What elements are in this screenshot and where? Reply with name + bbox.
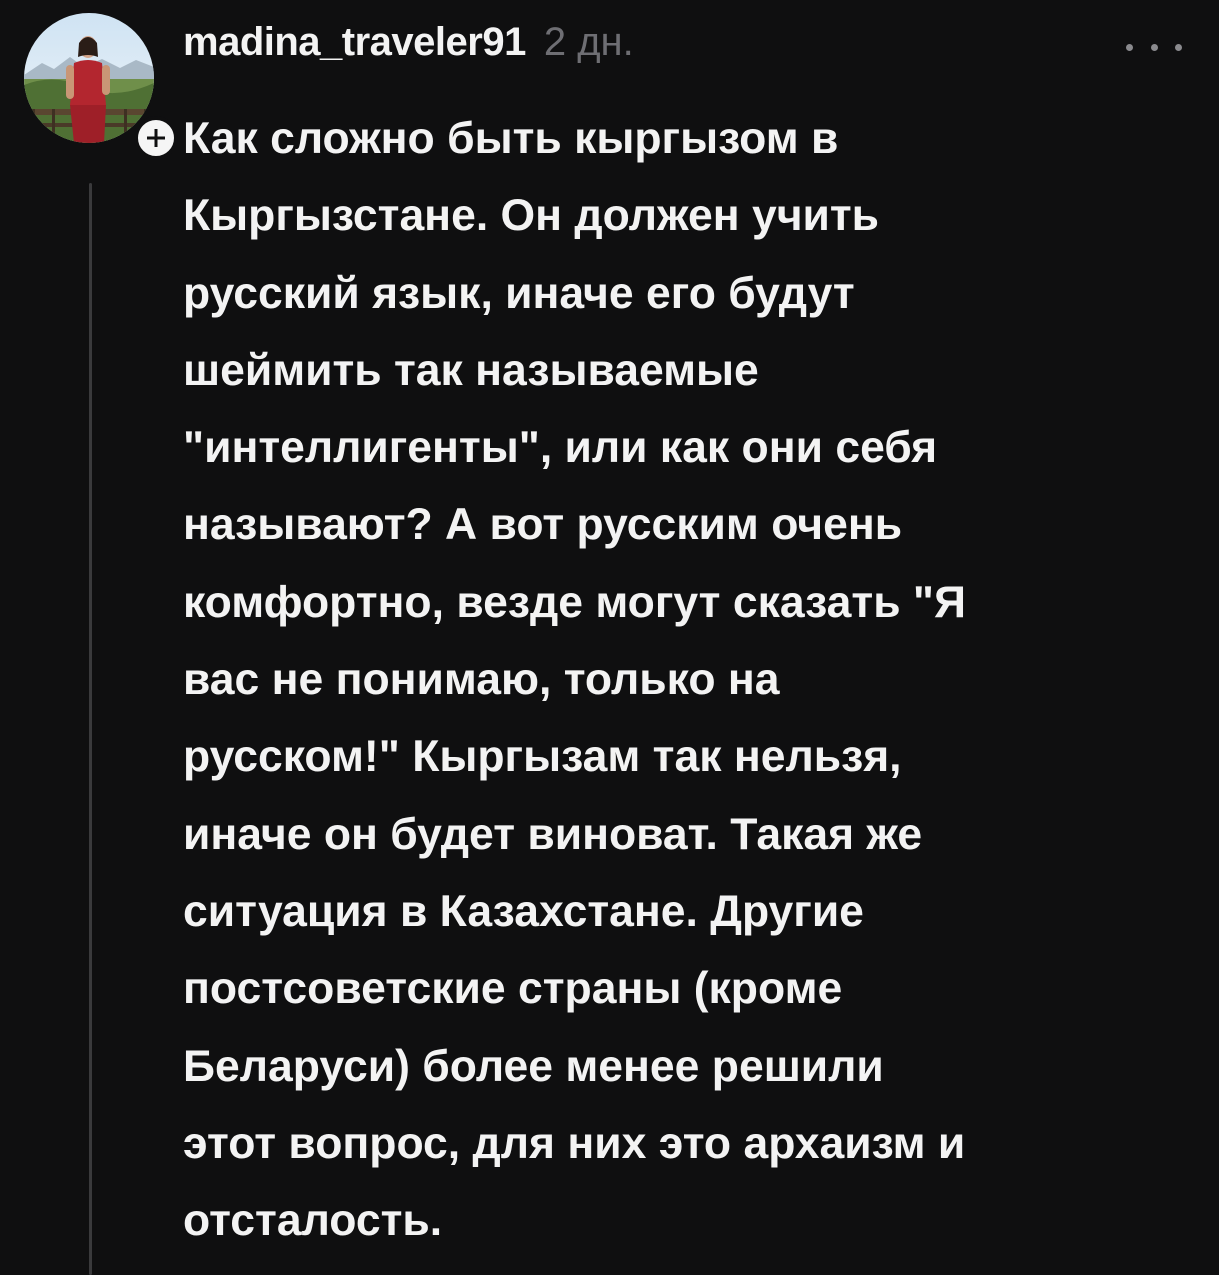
avatar[interactable] [24,13,154,143]
comment-text-line: русском!" Кыргызам так нельзя, [183,732,902,782]
comment-text-line: шеймить так называемые [183,345,759,395]
plus-icon [147,129,165,147]
comment-text-line: вас не понимаю, только на [183,655,780,705]
comment-text-line: Беларуси) более менее решили [183,1041,884,1091]
timestamp: 2 дн. [543,20,634,64]
comment-text-line: комфортно, везде могут сказать "Я [183,577,967,627]
comment-text-line: иначе он будет виноват. Такая же [183,809,923,859]
comment-header: madina_traveler91 2 дн. [183,20,634,72]
follow-button[interactable] [134,116,178,160]
comment-text-line: Как сложно быть кыргызом в [183,114,839,163]
comment-text-line: русский язык, иначе его будут [183,268,855,318]
username-link[interactable]: madina_traveler91 [183,20,526,65]
comment-text-line: отсталость. [183,1196,443,1246]
avatar-container[interactable] [24,13,178,160]
comment-text-line: Кыргызстане. Он должен учить [183,191,880,241]
profile-photo-icon [24,13,154,143]
comment-text-line: называют? А вот русским очень [183,500,903,550]
comment-text-line: "интеллигенты", или как они себя [183,423,938,473]
thread-line [89,183,92,1275]
ellipsis-icon-dot [1175,43,1182,51]
comment-text-line: постсоветские страны (кроме [183,964,843,1014]
ellipsis-icon-dot [1126,43,1133,51]
comment-text-line: ситуация в Казахстане. Другие [183,886,864,936]
ellipsis-icon-dot [1150,43,1158,51]
comment-post: madina_traveler91 2 дн. Как сложно быть … [0,0,1219,1275]
comment-text: Как сложно быть кыргызом в Кыргызстане. … [183,100,1193,1259]
comment-text-line: этот вопрос, для них это архаизм и [183,1118,966,1168]
more-options-button[interactable] [1126,33,1182,61]
